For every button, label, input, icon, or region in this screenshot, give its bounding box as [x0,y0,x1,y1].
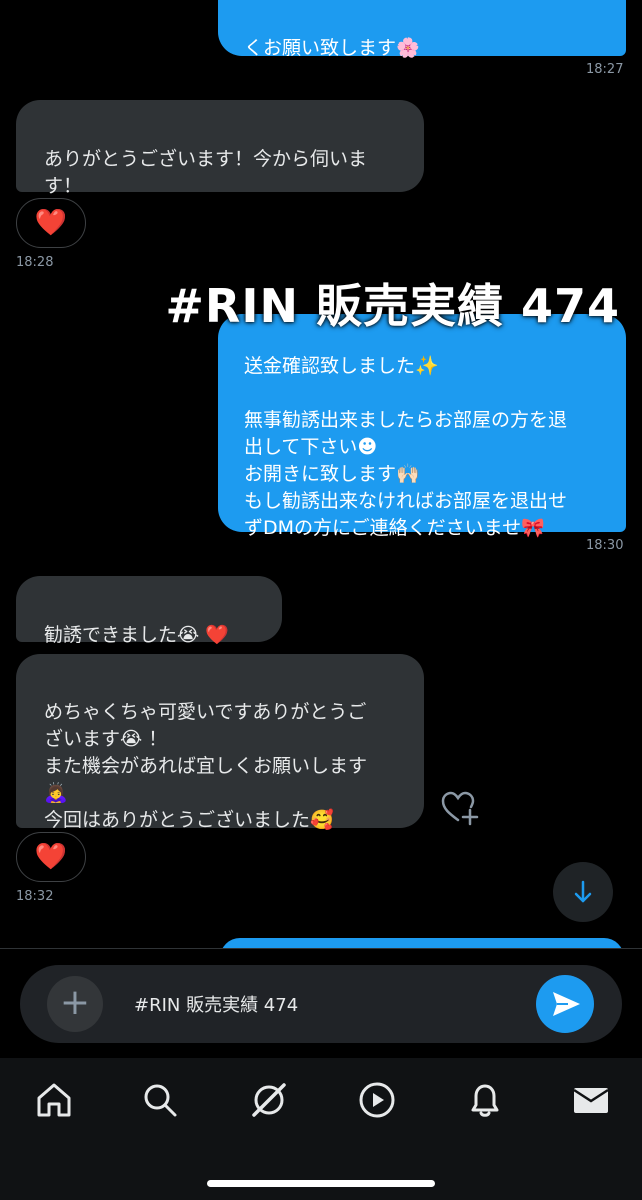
add-media-button[interactable]: + [47,976,103,1032]
scroll-to-bottom-button[interactable] [553,862,613,922]
message-composer: + #RIN 販売実績 474 [20,965,622,1043]
send-button[interactable] [536,975,594,1033]
grok-icon[interactable] [249,1080,289,1120]
plus-icon: + [59,982,91,1023]
notifications-icon[interactable] [465,1080,505,1120]
message-timestamp: 18:32 [16,889,54,904]
heart-reaction[interactable]: ❤️ [16,198,86,248]
message-text: ありがとうございます！今から伺いま す！ [44,148,368,197]
outgoing-message-bubble[interactable]: くお願い致します🌸 [218,0,626,59]
message-timestamp: 18:28 [16,255,54,270]
message-text: 送金確認致しました✨ 無事勧誘出来ましたらお部屋の方を退 出して下さい☻ お開き… [244,355,568,539]
send-icon [553,992,580,1016]
heart-icon: ❤️ [34,208,68,238]
message-timestamp: 18:30 [586,538,624,553]
messages-icon[interactable] [571,1080,611,1120]
heart-reaction[interactable]: ❤️ [16,832,86,882]
message-input[interactable]: #RIN 販売実績 474 [134,991,298,1017]
overlay-caption: #RIN 販売実績 474 [165,279,620,333]
incoming-message-bubble[interactable]: ありがとうございます！今から伺いま す！ [16,100,424,197]
message-timestamp: 18:27 [586,62,624,77]
add-reaction-icon[interactable] [440,790,480,826]
incoming-message-bubble[interactable]: めちゃくちゃ可愛いですありがとうご ざいます😭 ！ また機会があれば宜しくお願い… [16,654,424,831]
message-text: 勧誘できました😭 ❤️ [44,624,229,646]
video-icon[interactable] [357,1080,397,1120]
search-icon[interactable] [140,1080,180,1120]
message-text: めちゃくちゃ可愛いですありがとうご ざいます😭 ！ また機会があれば宜しくお願い… [44,701,368,831]
arrow-down-icon [574,880,592,903]
bottom-navigation [0,1058,642,1200]
home-icon[interactable] [34,1080,74,1120]
incoming-message-bubble[interactable]: 勧誘できました😭 ❤️ [16,576,282,646]
home-indicator [207,1180,435,1187]
outgoing-message-bubble[interactable]: 送金確認致しました✨ 無事勧誘出来ましたらお部屋の方を退 出して下さい☻ お開き… [218,314,626,539]
heart-icon: ❤️ [34,842,68,872]
message-text: くお願い致します🌸 [244,37,420,59]
